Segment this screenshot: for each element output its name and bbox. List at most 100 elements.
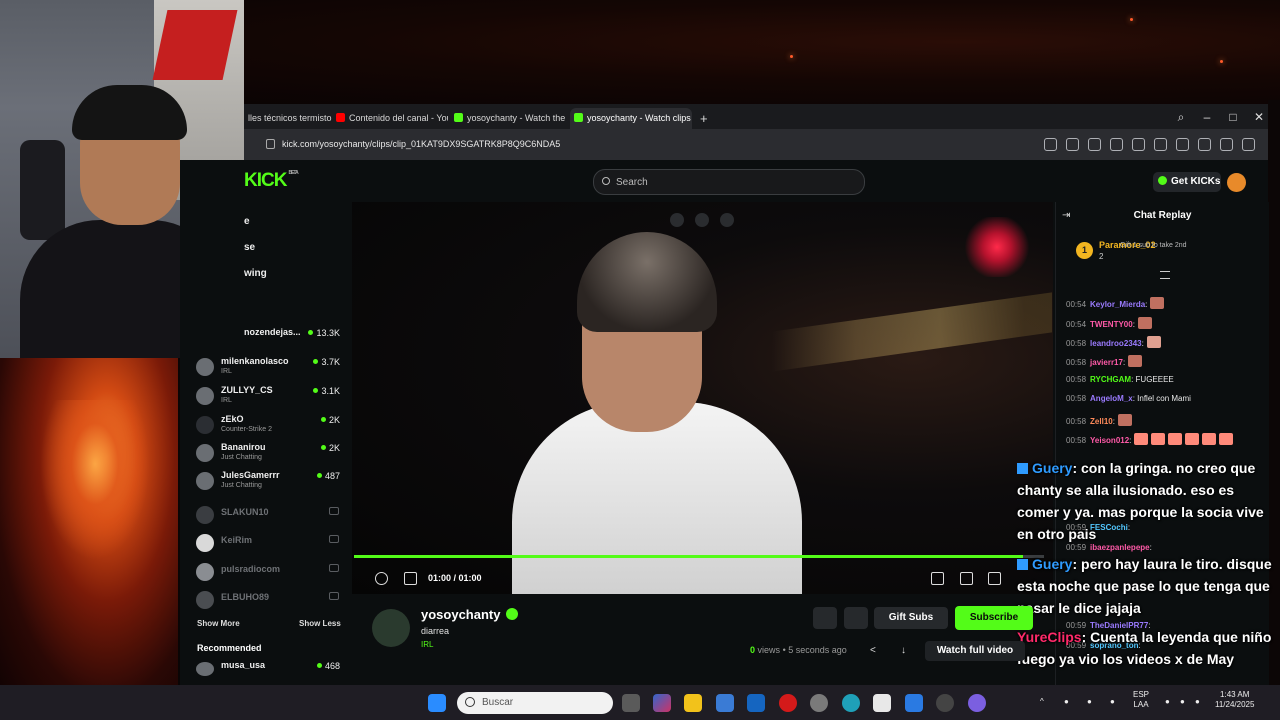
sparkle-icon[interactable] bbox=[695, 213, 709, 227]
webcam-flag bbox=[152, 10, 238, 80]
new-tab-button[interactable]: + bbox=[696, 108, 714, 129]
following-item-offline[interactable]: SLAKUN10 bbox=[196, 504, 344, 528]
get-kicks-button[interactable]: Get KICKs bbox=[1153, 172, 1221, 192]
chat-user[interactable]: javierr17 bbox=[1090, 358, 1123, 367]
replay-icon[interactable] bbox=[375, 572, 388, 585]
outlook-icon[interactable] bbox=[747, 694, 765, 712]
clock[interactable]: 1:43 AM 11/24/2025 bbox=[1215, 690, 1254, 710]
following-item-offline[interactable]: ELBUHO89 bbox=[196, 589, 344, 613]
picture-in-picture-icon[interactable] bbox=[931, 572, 944, 585]
viewer-count: 487 bbox=[316, 471, 340, 481]
browser-tab-bar: lles técnicos termisto Contenido del can… bbox=[244, 104, 1268, 129]
recommended-item[interactable]: musa_usa 468 bbox=[196, 660, 344, 680]
discord-icon[interactable] bbox=[968, 694, 986, 712]
heart-icon[interactable] bbox=[1176, 138, 1189, 151]
copy-icon[interactable] bbox=[670, 213, 684, 227]
obs-icon[interactable] bbox=[936, 694, 954, 712]
video-progress-bar[interactable] bbox=[354, 555, 1044, 558]
fullscreen-icon[interactable] bbox=[988, 572, 1001, 585]
settings-icon[interactable] bbox=[810, 694, 828, 712]
chat-menu-icon[interactable] bbox=[1160, 271, 1170, 279]
chat-user[interactable]: Keylor_Mierda bbox=[1090, 300, 1145, 309]
nav-home[interactable]: e bbox=[244, 216, 250, 227]
microphone-icon[interactable]: ● bbox=[1110, 697, 1115, 707]
nav-browse[interactable]: se bbox=[244, 242, 255, 253]
close-icon[interactable]: ✕ bbox=[1249, 108, 1269, 126]
browser-tab[interactable]: Contenido del canal - You bbox=[332, 108, 448, 129]
windows-start-icon[interactable] bbox=[428, 694, 446, 712]
edge-icon[interactable] bbox=[842, 694, 860, 712]
task-view-icon[interactable] bbox=[622, 694, 640, 712]
search-tabs-icon[interactable]: ⌕ bbox=[1171, 108, 1191, 126]
clip-category[interactable]: IRL bbox=[421, 640, 433, 649]
play-icon[interactable] bbox=[1154, 138, 1167, 151]
vpn-icon[interactable] bbox=[1132, 138, 1145, 151]
show-less-link[interactable]: Show Less bbox=[299, 619, 341, 628]
user-avatar[interactable] bbox=[1227, 173, 1246, 192]
viewer-count-value: 2K bbox=[328, 443, 340, 453]
browser-tab-active[interactable]: yosoychanty - Watch clips bbox=[570, 108, 692, 129]
opera-gx-icon[interactable] bbox=[779, 694, 797, 712]
store-icon[interactable] bbox=[716, 694, 734, 712]
app-icon[interactable] bbox=[905, 694, 923, 712]
channel-name: ELBUHO89 bbox=[221, 592, 270, 602]
following-item[interactable]: nozendejas... 13.3K bbox=[244, 327, 344, 351]
subscribe-button[interactable]: Subscribe bbox=[955, 606, 1033, 630]
chat-user[interactable]: RYCHGAM bbox=[1090, 375, 1131, 384]
tray-chevron-icon[interactable]: ^ bbox=[1040, 697, 1044, 707]
edit-icon[interactable] bbox=[1066, 138, 1079, 151]
language-indicator[interactable]: ESP LAA bbox=[1133, 690, 1149, 710]
following-item[interactable]: zEkO Counter-Strike 2 2K bbox=[196, 414, 344, 438]
tray-app-icon[interactable]: ● bbox=[1087, 697, 1092, 707]
following-item[interactable]: ZULLYY_CS IRL 3.1K bbox=[196, 385, 344, 409]
search-input[interactable]: Search bbox=[593, 169, 865, 195]
battery-icon[interactable]: ● bbox=[1195, 697, 1200, 707]
volume-icon[interactable]: ● bbox=[1180, 697, 1185, 707]
following-item-offline[interactable]: pulsradiocom bbox=[196, 561, 344, 585]
twitch-icon bbox=[1017, 559, 1028, 570]
shield-icon[interactable] bbox=[1110, 138, 1123, 151]
zoom-icon[interactable] bbox=[1044, 138, 1057, 151]
kick-logo[interactable]: KICK BETA bbox=[244, 170, 299, 192]
menu-icon[interactable] bbox=[1220, 138, 1233, 151]
channel-avatar[interactable] bbox=[372, 609, 410, 647]
follow-heart-button[interactable] bbox=[844, 607, 868, 629]
channel-name-row[interactable]: yosoychanty bbox=[421, 607, 519, 622]
following-item[interactable]: Bananirou Just Chatting 2K bbox=[196, 442, 344, 466]
capcut-icon[interactable] bbox=[873, 694, 891, 712]
following-item[interactable]: milenkanolasco IRL 3.7K bbox=[196, 356, 344, 380]
channel-category: Just Chatting bbox=[221, 454, 262, 461]
theater-mode-icon[interactable] bbox=[960, 572, 973, 585]
chat-user[interactable]: TWENTY00 bbox=[1090, 320, 1133, 329]
chat-user[interactable]: Zell10 bbox=[1090, 417, 1113, 426]
following-item-offline[interactable]: KeiRim bbox=[196, 532, 344, 556]
share-icon[interactable]: < bbox=[870, 645, 876, 656]
chat-user[interactable]: AngeloM_x bbox=[1090, 394, 1133, 403]
browser-tab[interactable]: yosoychanty - Watch the bbox=[450, 108, 570, 129]
browser-tab[interactable]: lles técnicos termisto bbox=[244, 108, 332, 129]
gift-subs-button[interactable]: Gift Subs bbox=[874, 607, 948, 629]
chat-user[interactable]: leandroo2343 bbox=[1090, 339, 1142, 348]
maximize-icon[interactable]: □ bbox=[1223, 108, 1243, 126]
download-clip-icon[interactable]: ↓ bbox=[901, 645, 906, 656]
show-more-link[interactable]: Show More bbox=[197, 619, 240, 628]
viewer-count: 3.1K bbox=[313, 386, 340, 396]
watch-full-video-button[interactable]: Watch full video bbox=[925, 641, 1025, 661]
url-field[interactable]: kick.com/yosoychanty/clips/clip_01KAT9DX… bbox=[282, 139, 560, 149]
file-explorer-icon[interactable] bbox=[684, 694, 702, 712]
skip-icon[interactable] bbox=[720, 213, 734, 227]
mute-icon[interactable] bbox=[404, 572, 417, 585]
following-item[interactable]: JulesGamerrr Just Chatting 487 bbox=[196, 470, 344, 494]
nav-following[interactable]: wing bbox=[244, 268, 267, 279]
notification-bell-button[interactable] bbox=[813, 607, 837, 629]
camera-icon[interactable] bbox=[1088, 138, 1101, 151]
profile-icon[interactable] bbox=[1242, 138, 1255, 151]
tray-app-icon[interactable]: ● bbox=[1064, 697, 1069, 707]
chat-user[interactable]: Yeison012 bbox=[1090, 436, 1129, 445]
copilot-icon[interactable] bbox=[653, 694, 671, 712]
video-player[interactable] bbox=[352, 202, 1053, 594]
taskbar-search[interactable]: Buscar bbox=[457, 692, 613, 714]
network-icon[interactable]: ● bbox=[1165, 697, 1170, 707]
download-icon[interactable] bbox=[1198, 138, 1211, 151]
minimize-icon[interactable]: – bbox=[1197, 108, 1217, 126]
